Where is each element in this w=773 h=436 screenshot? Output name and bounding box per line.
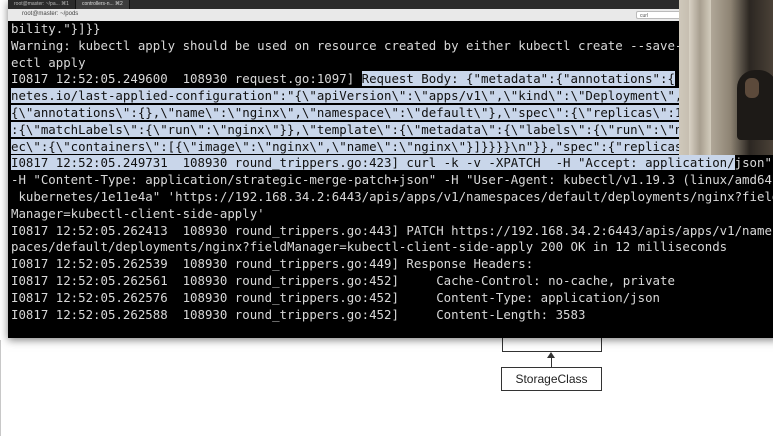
line-text: json" [734, 155, 772, 171]
storageclass-box: StorageClass [501, 367, 602, 391]
terminal-line: I0817 12:52:05.262561 108930 round_tripp… [11, 273, 773, 290]
terminal-line: Manager=kubectl-client-side-apply' [11, 206, 773, 223]
terminal-line: {\"annotations\":{},\"name\":\"nginx\",\… [11, 104, 773, 122]
webcam-overlay [679, 0, 773, 155]
selected-text: :{\"matchLabels\":{\"run\":\"nginx\"}},\… [11, 121, 683, 137]
line-text: kubernetes/1e11e4a" 'https://192.168.34.… [11, 188, 773, 204]
line-text: -H "Content-Type: application/strategic-… [11, 172, 773, 188]
terminal-line: Warning: kubectl apply should be used on… [11, 38, 773, 55]
terminal-line: I0817 12:52:05.262539 108930 round_tripp… [11, 256, 773, 273]
line-text: ectl apply [11, 54, 86, 70]
webcam-curtain [689, 0, 711, 155]
terminal-line: -H "Content-Type: application/strategic-… [11, 172, 773, 189]
line-text: Manager=kubectl-client-side-apply' [11, 205, 265, 221]
line-text: I0817 12:52:05.262561 108930 round_tripp… [11, 272, 675, 288]
terminal-line: paces/default/deployments/nginx?fieldMan… [11, 239, 773, 256]
arrow-line [551, 357, 552, 367]
line-text: Warning: kubectl apply should be used on… [11, 37, 683, 53]
selected-text: {\"annotations\":{},\"name\":\"nginx\",\… [11, 104, 683, 120]
line-text: I0817 12:52:05.262588 108930 round_tripp… [11, 306, 586, 322]
terminal-line: :{\"matchLabels\":{\"run\":\"nginx\"}},\… [11, 121, 773, 139]
terminal-line: I0817 12:52:05.262588 108930 round_tripp… [11, 307, 773, 324]
terminal-line: I0817 12:52:05.249731 108930 round_tripp… [11, 155, 773, 172]
selected-text: I0817 12:52:05.249731 108930 round_tripp… [11, 155, 735, 171]
terminal-tab[interactable]: root@master: ~/pa... ⌘1 [8, 0, 76, 9]
line-text: I0817 12:52:05.262539 108930 round_tripp… [11, 256, 534, 272]
terminal-line: ectl apply [11, 55, 773, 72]
storageclass-label: StorageClass [515, 372, 588, 386]
terminal-line: ec\":{\"containers\":[{\"image\":\"nginx… [11, 138, 773, 156]
terminal-output[interactable]: bility."}]}} Warning: kubectl apply shoul… [11, 21, 773, 323]
terminal-line: I0817 12:52:05.249600 108930 request.go:… [11, 71, 773, 88]
line-text: paces/default/deployments/nginx?fieldMan… [11, 239, 728, 255]
selected-text: netes.io/last-applied-configuration":"{\… [11, 88, 683, 104]
selected-text: Request Body: {"metadata":{"annotations"… [361, 71, 675, 87]
line-text: bility."}]}} [11, 21, 101, 36]
terminal-line: I0817 12:52:05.262576 108930 round_tripp… [11, 290, 773, 307]
terminal-line: kubernetes/1e11e4a" 'https://192.168.34.… [11, 189, 773, 206]
terminal-line: bility."}]}} [11, 21, 773, 38]
terminal-title: root@master: ~/pods [22, 11, 79, 17]
selected-text: ec\":{\"containers\":[{\"image\":\"nginx… [11, 138, 683, 154]
line-text: I0817 12:52:05.262413 108930 round_tripp… [11, 222, 773, 238]
terminal-window[interactable]: root@master: ~/pa... ⌘1 controllers-n... … [8, 0, 773, 338]
line-text: I0817 12:52:05.262576 108930 round_tripp… [11, 289, 661, 305]
slide-edge-line [0, 340, 1, 436]
line-text: I0817 12:52:05.249600 108930 request.go:… [11, 71, 362, 87]
webcam-presenter-face [745, 78, 759, 98]
terminal-line: I0817 12:52:05.262413 108930 round_tripp… [11, 223, 773, 240]
terminal-title-bar: root@master: ~/pods curl [8, 9, 773, 21]
terminal-tab[interactable]: controllers-n... ⌘2 [75, 0, 130, 9]
terminal-tab-bar: root@master: ~/pa... ⌘1 controllers-n... … [8, 0, 773, 9]
terminal-line: netes.io/last-applied-configuration":"{\… [11, 88, 773, 105]
